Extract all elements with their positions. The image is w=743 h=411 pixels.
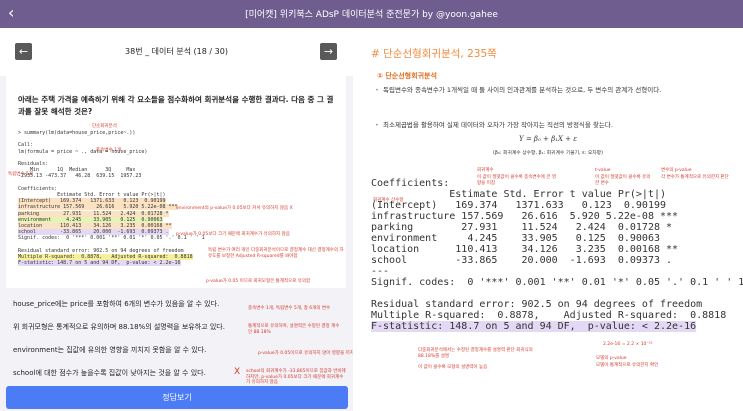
annotation-f: p-value가 0.05 이므로 회귀모형은 통계적으로 유의함 — [206, 279, 311, 284]
wrong-mark-icon: X — [234, 367, 241, 377]
annotation-pv-value: 2.2e-16 = 2.2 × 10⁻¹⁶ — [603, 342, 653, 347]
annotation-summary: 단순회귀분석 — [92, 124, 117, 129]
code-line: (Intercept) 169.374 1371.633 0.123 0.901… — [18, 198, 166, 205]
code-line: Coefficients: — [18, 185, 58, 192]
annotation-tvalue: t-value — [595, 168, 611, 173]
option-3-note: p-value가 0.05이므로 유의하지 않아 영향을 끼치지 못함 — [258, 351, 368, 356]
code-line: F-statistic: 148.7 on 5 and 94 DF, p-val… — [18, 260, 181, 267]
code-line: environment 4.245 33.905 0.125 0.90063 — [18, 216, 163, 223]
code-line: location 110.413 34.126 3.235 0.00168 ** — [371, 244, 679, 255]
annotation-pvalue-title: 변수의 p-value — [661, 168, 692, 173]
code-line: Multiple R-squared: 0.8878, Adjusted R-s… — [371, 310, 727, 321]
explanation-bullet: 독립변수와 종속변수가 1개씩일 때 둘 사이의 인과관계를 분석하는 것으로,… — [375, 84, 733, 96]
option-text: house_price에는 price를 포함하여 6개의 변수가 있음을 알 … — [13, 300, 220, 308]
annotation-coef: 회귀계수 — [477, 168, 494, 173]
code-line: Residual standard error: 902.5 on 94 deg… — [371, 299, 703, 310]
r-output-block: > summary(lm(data=house_price,price~.)) … — [18, 130, 343, 267]
r-output-detail: Coefficients: Estimate Std. Error t valu… — [371, 178, 743, 332]
regression-formula: Y = β₀ + β₁X + ε — [518, 135, 577, 143]
code-line: Residuals: — [18, 161, 49, 168]
code-line: > summary(lm(data=house_price,price~.)) — [18, 130, 136, 136]
question-nav: ← 38번 _ 데이터 분석 (18 / 30) → — [0, 28, 353, 76]
question-card: 아래는 주택 가격을 예측하기 위해 각 요소들을 점수화하여 회귀분석을 수행… — [6, 76, 346, 288]
code-line: --- — [371, 266, 390, 277]
show-answer-button[interactable]: 정답보기 — [6, 386, 348, 409]
prev-arrow-icon[interactable]: ← — [15, 43, 32, 60]
explanation-bullet: 최소제곱법을 활용하여 실제 데이터와 오차가 가장 작아지는 직선의 방정식을… — [375, 119, 733, 131]
annotation-pvalue: p-value가 0.05보다 크기 때문에 회귀계수가 유의하지 않음 — [176, 232, 290, 237]
annotation-env: environment의 p-value가 0.05보다 커서 유의하지 않음 … — [176, 206, 293, 211]
question-counter: 38번 _ 데이터 분석 (18 / 30) — [125, 47, 228, 56]
explanation-subheading: ① 단순선형회귀분석 — [377, 72, 437, 80]
annotation-r2: 독립 변수가 여러 개인 다중회귀분석이므로 결정계수 대신 결정계수의 자유도… — [208, 248, 344, 259]
code-line: Multiple R-squared: 0.8878, Adjusted R-s… — [18, 254, 193, 261]
window-title: [미어캣] 위키북스 ADsP 데이터분석 준전문가 by @yoon.gahe… — [245, 10, 498, 20]
question-pane: ← 38번 _ 데이터 분석 (18 / 30) → 아래는 주택 가격을 예측… — [0, 28, 368, 411]
code-line: parking 27.931 11.524 2.424 0.01728 * — [371, 222, 673, 233]
code-line: school -33.865 20.000 -1.693 0.09373 . — [18, 229, 169, 236]
code-line: (Intercept) 169.374 1371.633 0.123 0.901… — [371, 200, 667, 211]
code-line: infrastructure 157.569 26.616 5.920 5.22… — [371, 211, 679, 222]
option-1-note: 종속변수 1개, 독립변수 5개, 총 6개의 변수 — [248, 306, 331, 311]
code-line: Call: — [18, 142, 34, 149]
code-line: parking 27.931 11.524 2.424 0.01728 * — [18, 210, 169, 217]
question-text: 아래는 주택 가격을 예측하기 위해 각 요소들을 점수화하여 회귀분석을 수행… — [18, 95, 334, 116]
annotation-model-p: 모델의 p-value — [596, 356, 627, 361]
code-line: environment 4.245 33.905 0.125 0.90063 — [371, 233, 660, 244]
option-text: school에 대한 점수가 높을수록 집값이 낮아지는 것을 알 수 있다. — [13, 369, 206, 377]
code-line: infrastructure 157.569 26.616 5.920 5.22… — [18, 204, 178, 211]
code-line: Signif. codes: 0 '***' 0.001 '**' 0.01 '… — [371, 277, 743, 288]
option-text: environment는 집값에 유의한 영향을 끼치지 못함을 알 수 있다. — [13, 346, 207, 354]
title-bar: ‹ [미어캣] 위키북스 ADsP 데이터분석 준전문가 by @yoon.ga… — [0, 0, 743, 28]
code-line: Residual standard error: 902.5 on 94 deg… — [18, 247, 184, 254]
formula-legend: (β₀: 회귀계수 상수항, β₁: 회귀계수 기울기, ε: 오차항) — [493, 151, 603, 156]
annotation-model-p-desc: 모델이 통계적으로 유의한지 확인 — [596, 363, 659, 368]
next-arrow-icon[interactable]: → — [320, 43, 337, 60]
option-4-note: school의 회귀계수가 -33.865이므로 집값과 반비례하지만, p-v… — [246, 369, 346, 385]
option-text: 위 회귀모형은 통계적으로 유의하며 88.18%의 설명력을 보유하고 있다. — [13, 323, 225, 331]
code-line: -2935.13 -473.37 46.28 639.15 1957.23 — [18, 173, 142, 180]
code-line: Estimate Std. Error t value Pr(>|t|) — [371, 189, 667, 200]
explanation-heading: # 단순선형회귀분석, 235쪽 — [371, 48, 497, 60]
code-line: Coefficients: — [371, 178, 450, 189]
code-line: Estimate Std. Error t value Pr(>|t|) — [18, 192, 166, 199]
code-line: F-statistic: 148.7 on 5 and 94 DF, p-val… — [371, 321, 697, 332]
code-line: lm(formula = price ~ ., data = house_pri… — [18, 148, 148, 155]
code-line: location 110.413 34.126 3.235 0.00168 ** — [18, 223, 172, 230]
option-2-note: 통계적으로 유의하며, 설명력은 수정된 결정 계수인 88.18% — [248, 324, 340, 335]
code-line: school -33.865 20.000 -1.693 0.09373 . — [371, 255, 673, 266]
code-line: Min 1Q Median 3Q Max — [18, 167, 136, 174]
annotation-r2-desc2: 이 값이 클수록 모형의 설명력이 높음 — [418, 365, 488, 370]
annotation-r2-desc: 다중회귀분석에서는 수정된 결정계수를 설명력 판단 회귀식의 88.18%를 … — [418, 348, 533, 359]
explanation-pane: # 단순선형회귀분석, 235쪽 ① 단순선형회귀분석 독립변수와 종속변수가 … — [353, 28, 743, 411]
